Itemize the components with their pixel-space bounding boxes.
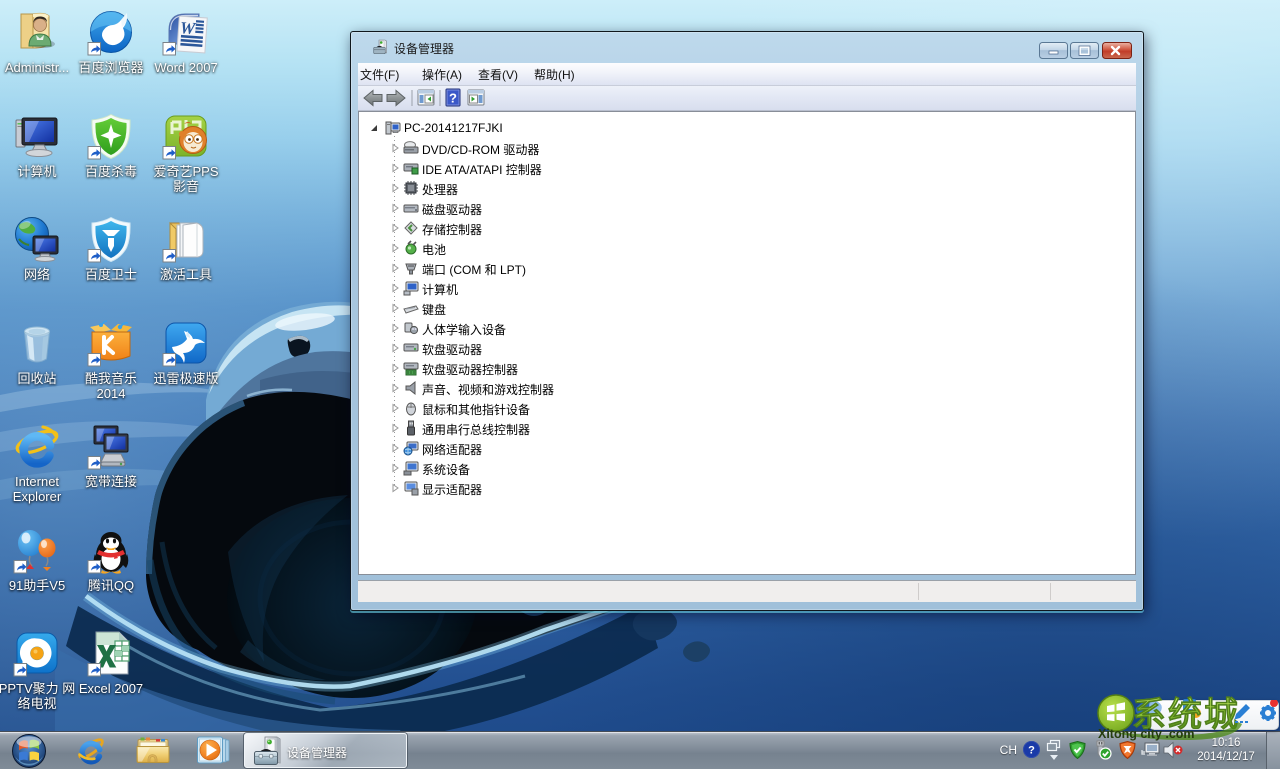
svg-text:Xitong city .com: Xitong city .com — [1098, 727, 1195, 741]
svg-text:?: ? — [449, 91, 457, 106]
svg-text:?: ? — [1028, 745, 1035, 757]
